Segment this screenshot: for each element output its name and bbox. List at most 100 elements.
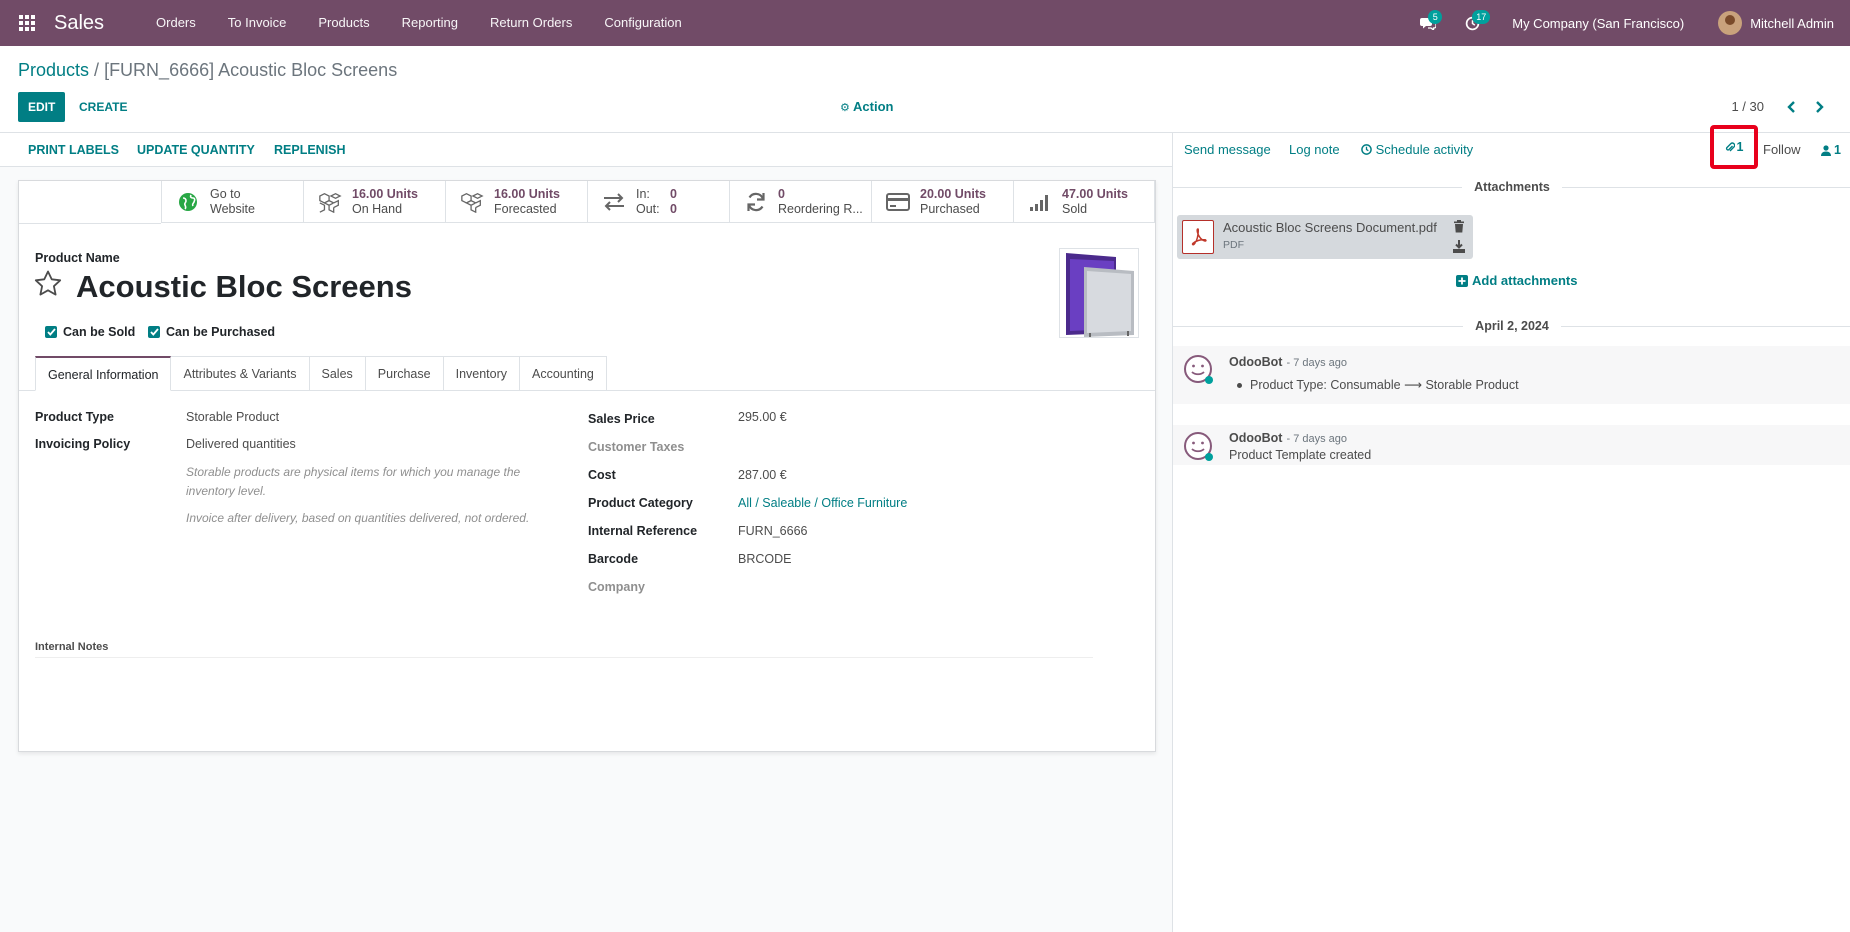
pager-value[interactable]: 1 / 30 [1731,92,1764,122]
add-attachments-button[interactable]: Add attachments [1456,273,1577,288]
nav-item-products[interactable]: Products [302,0,385,46]
apps-menu-icon[interactable] [0,0,54,46]
nav-item-to-invoice[interactable]: To Invoice [212,0,303,46]
pager-previous-button[interactable] [1782,98,1800,116]
tab-inventory[interactable]: Inventory [443,356,521,391]
action-label: Action [853,99,894,114]
tab-purchase[interactable]: Purchase [365,356,444,391]
nav-item-return-orders[interactable]: Return Orders [474,0,588,46]
tab-general-information[interactable]: General Information [35,356,172,391]
download-icon[interactable] [1453,240,1465,253]
product-type-field[interactable]: Storable Product [186,410,279,424]
action-menu-button[interactable]: ⚙ Action [840,92,893,122]
reordering-label: Reordering R... [778,202,863,216]
tab-divider [19,390,1155,391]
form-sheet: Go to Website 16.00 Units On Hand 16.00 Un… [18,180,1156,752]
tab-attributes-variants[interactable]: Attributes & Variants [171,356,310,391]
user-menu[interactable]: Mitchell Admin [1718,11,1850,35]
edit-button[interactable]: EDIT [18,92,66,122]
barcode-label: Barcode [588,552,639,566]
on-hand-button[interactable]: 16.00 Units On Hand [303,181,445,223]
internal-reference-field[interactable]: FURN_6666 [738,524,807,538]
message-date: - 7 days ago [1286,357,1348,369]
barcode-field[interactable]: BRCODE [738,552,791,566]
message-date: - 7 days ago [1286,433,1348,445]
send-message-button[interactable]: Send message [1184,133,1271,167]
messages-count-badge: 5 [1428,10,1443,24]
internal-notes-field[interactable] [35,657,1093,658]
pager-next-button[interactable] [1810,98,1828,116]
print-labels-button[interactable]: PRINT LABELS [28,133,119,167]
product-image-graphic [1066,253,1134,337]
update-quantity-button[interactable]: UPDATE QUANTITY [137,133,255,167]
app-brand[interactable]: Sales [54,12,104,35]
follow-button[interactable]: Follow [1763,133,1801,167]
internal-reference-label: Internal Reference [588,524,698,538]
exchange-icon [602,190,626,214]
attachment-card[interactable]: Acoustic Bloc Screens Document.pdf PDF [1177,215,1473,259]
attachment-name[interactable]: Acoustic Bloc Screens Document.pdf [1223,220,1437,235]
attachments-count: 1 [1736,140,1744,154]
sales-price-field[interactable]: 295.00 € [738,410,787,424]
breadcrumb: Products / [FURN_6666] Acoustic Bloc Scr… [18,60,397,81]
internal-notes-label: Internal Notes [35,641,109,653]
attachments-count-button[interactable]: 1 [1710,125,1758,169]
product-type-label: Product Type [35,410,114,424]
tab-sales[interactable]: Sales [309,356,366,391]
nav-item-reporting[interactable]: Reporting [386,0,474,46]
cubes-icon [318,190,342,214]
odoobot-avatar[interactable] [1183,354,1213,384]
trash-icon[interactable] [1453,220,1465,233]
reordering-value: 0 [778,187,785,201]
attachment-type: PDF [1223,239,1244,251]
systray: 5 17 My Company (San Francisco) Mitchell… [1406,0,1850,46]
odoobot-avatar[interactable] [1183,431,1213,461]
favorite-star-icon[interactable] [33,269,63,299]
chatter: Send message Log note Schedule activity … [1172,125,1850,932]
cost-label: Cost [588,468,616,482]
notebook-tabs: General Information Attributes & Variant… [35,356,607,391]
create-button[interactable]: CREATE [79,92,127,122]
product-name-title[interactable]: Acoustic Bloc Screens [76,269,412,305]
can-be-purchased-checkbox[interactable]: Can be Purchased [148,325,275,339]
tracking-old-value: Product Type: Consumable [1250,378,1401,392]
product-image[interactable] [1059,248,1139,338]
activities-systray[interactable]: 17 [1450,0,1494,46]
forecasted-label: Forecasted [494,202,557,216]
nav-item-orders[interactable]: Orders [140,0,212,46]
can-be-sold-checkbox[interactable]: Can be Sold [45,325,135,339]
website-line1: Go to [210,187,241,201]
message-author[interactable]: OdooBot - 7 days ago [1229,355,1347,369]
clock-icon [1361,144,1372,155]
replenish-button[interactable]: REPLENISH [274,133,346,167]
in-label: In: [636,187,650,201]
product-category-link[interactable]: All / Saleable / Office Furniture [738,496,907,510]
log-note-button[interactable]: Log note [1289,133,1340,167]
sold-label: Sold [1062,202,1088,216]
message-author[interactable]: OdooBot - 7 days ago [1229,431,1347,445]
chatter-topbar: Send message Log note Schedule activity … [1173,125,1850,169]
followers-button[interactable]: 1 [1821,133,1841,167]
reordering-rules-button[interactable]: 0 Reordering R... [729,181,871,223]
invoicing-policy-field[interactable]: Delivered quantities [186,437,296,451]
user-avatar [1718,11,1743,35]
chatter-message: OdooBot - 7 days ago Product Type: Consum… [1173,346,1850,404]
credit-card-icon [886,190,910,214]
forecasted-value: 16.00 Units [494,187,561,201]
messages-systray[interactable]: 5 [1406,0,1450,46]
company-label: Company [588,580,645,594]
company-switcher[interactable]: My Company (San Francisco) [1494,16,1718,31]
cost-field[interactable]: 287.00 € [738,468,787,482]
breadcrumb-products-link[interactable]: Products [18,60,89,80]
forecasted-button[interactable]: 16.00 Units Forecasted [445,181,587,223]
purchased-button[interactable]: 20.00 Units Purchased [871,181,1013,223]
schedule-activity-button[interactable]: Schedule activity [1361,133,1473,167]
tracking-new-value: Storable Product [1425,378,1519,392]
breadcrumb-current: [FURN_6666] Acoustic Bloc Screens [104,60,398,80]
in-out-button[interactable]: In: 0 Out: 0 [587,181,729,223]
breadcrumb-separator: / [89,60,105,80]
go-to-website-button[interactable]: Go to Website [161,181,303,223]
nav-item-configuration[interactable]: Configuration [588,0,697,46]
tab-accounting[interactable]: Accounting [520,356,607,391]
sold-button[interactable]: 47.00 Units Sold [1013,181,1155,223]
